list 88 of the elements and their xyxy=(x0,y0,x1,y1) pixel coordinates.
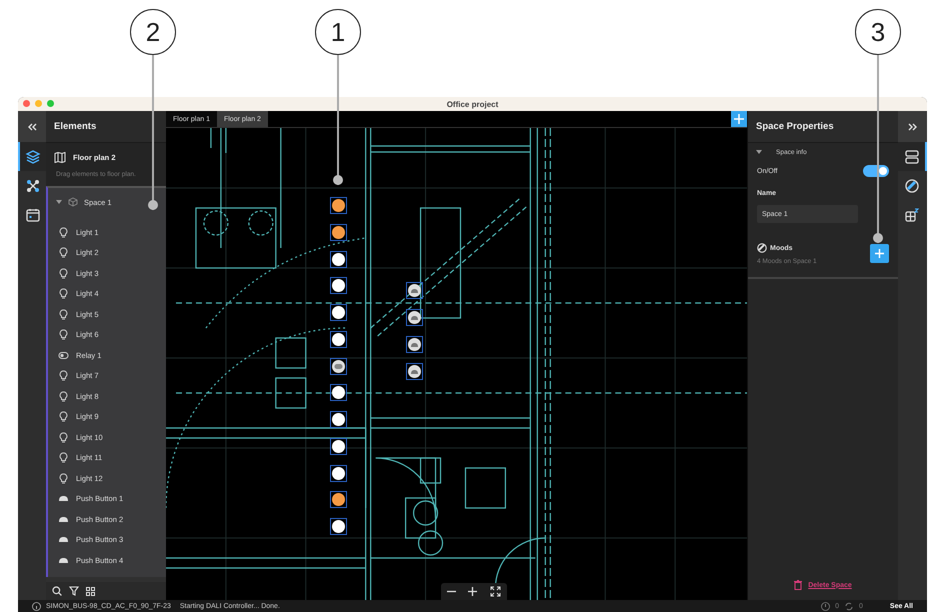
light-bulb-icon xyxy=(58,411,69,422)
light-marker[interactable] xyxy=(330,438,347,455)
push-button-marker[interactable] xyxy=(406,363,423,380)
light-marker[interactable] xyxy=(330,197,347,214)
light-bulb-icon xyxy=(58,308,69,320)
double-chevron-right-icon xyxy=(908,122,918,130)
light-dot-icon xyxy=(332,199,345,212)
light-bulb-icon xyxy=(58,472,69,484)
window-title: Office project xyxy=(446,100,498,108)
push-button-icon xyxy=(58,536,69,544)
plus-icon xyxy=(875,249,884,258)
push-button-marker[interactable] xyxy=(406,336,423,353)
add-mood-button[interactable] xyxy=(870,244,889,263)
push-button-icon xyxy=(58,495,69,502)
light-bulb-icon xyxy=(58,370,69,382)
light-dot-icon xyxy=(332,332,345,346)
caret-icon xyxy=(756,150,762,154)
switch-icon xyxy=(58,352,69,359)
light-bulb-icon xyxy=(58,268,69,279)
light-marker[interactable] xyxy=(330,224,347,241)
expand-button[interactable] xyxy=(898,111,927,142)
light-dot-icon xyxy=(332,252,345,266)
light-dot-icon xyxy=(332,226,345,239)
push-button-icon xyxy=(408,365,421,378)
light-bulb-icon xyxy=(58,329,69,340)
light-dot-icon xyxy=(332,466,345,480)
push-button-icon xyxy=(58,556,69,564)
light-marker[interactable] xyxy=(330,384,347,402)
light-marker[interactable] xyxy=(330,330,347,348)
light-dot-icon xyxy=(332,279,345,292)
nodes-icon xyxy=(25,178,41,194)
filter-icon[interactable] xyxy=(69,586,79,596)
sync-icon xyxy=(844,602,854,610)
double-chevron-left-icon xyxy=(27,122,37,130)
light-marker[interactable] xyxy=(330,491,347,508)
callout-number: 1 xyxy=(315,9,361,55)
light-bulb-icon xyxy=(58,432,69,443)
light-dot-icon xyxy=(332,493,345,506)
light-marker[interactable] xyxy=(330,304,347,321)
calendar-icon xyxy=(26,208,40,222)
light-bulb-icon xyxy=(58,247,69,258)
push-button-icon xyxy=(58,516,69,523)
zoom-dot[interactable] xyxy=(47,100,54,107)
push-button-marker[interactable] xyxy=(406,282,423,299)
cube-icon xyxy=(68,197,78,207)
trash-icon[interactable] xyxy=(794,580,802,590)
light-marker[interactable] xyxy=(330,250,347,268)
grid-icon[interactable] xyxy=(86,586,95,596)
rail-tab[interactable] xyxy=(898,142,927,171)
light-dot-icon xyxy=(332,386,345,400)
light-dot-icon xyxy=(332,413,345,426)
panel-title: Space Properties xyxy=(748,111,898,143)
rows-icon xyxy=(904,150,918,164)
push-button-icon xyxy=(408,338,421,351)
layers-icon xyxy=(25,148,41,164)
fit-screen-icon[interactable] xyxy=(490,586,501,597)
search-icon[interactable] xyxy=(52,586,62,596)
light-dot-icon xyxy=(332,520,345,533)
info-icon xyxy=(32,602,41,610)
zoom-in-icon[interactable] xyxy=(468,587,478,596)
light-marker[interactable] xyxy=(330,518,347,535)
map-icon xyxy=(54,152,66,163)
light-bulb-icon xyxy=(58,226,69,238)
light-dot-icon xyxy=(332,440,345,453)
plus-icon xyxy=(734,114,744,124)
callout-number: 2 xyxy=(130,9,176,55)
light-bulb-icon xyxy=(58,288,69,300)
on-off-toggle[interactable] xyxy=(863,165,889,177)
light-bulb-icon xyxy=(58,390,69,402)
caret-icon xyxy=(56,200,62,204)
push-button-icon xyxy=(408,311,421,324)
callout-number: 3 xyxy=(855,9,901,55)
light-bulb-icon xyxy=(58,452,69,464)
push-button-marker[interactable] xyxy=(406,309,423,326)
minimize-dot[interactable] xyxy=(35,100,42,107)
panel-title: Elements xyxy=(46,111,166,143)
collapse-button[interactable] xyxy=(18,111,46,142)
close-dot[interactable] xyxy=(23,100,30,107)
light-marker[interactable] xyxy=(330,464,347,482)
light-dot-icon xyxy=(332,306,345,319)
light-marker[interactable] xyxy=(330,277,347,294)
add-button[interactable] xyxy=(731,111,747,127)
warning-icon xyxy=(821,602,830,610)
light-marker[interactable] xyxy=(330,411,347,428)
push-button-icon xyxy=(408,284,421,297)
grid-icon xyxy=(904,208,918,222)
relay-marker[interactable] xyxy=(330,358,347,374)
switch-icon xyxy=(332,360,345,372)
